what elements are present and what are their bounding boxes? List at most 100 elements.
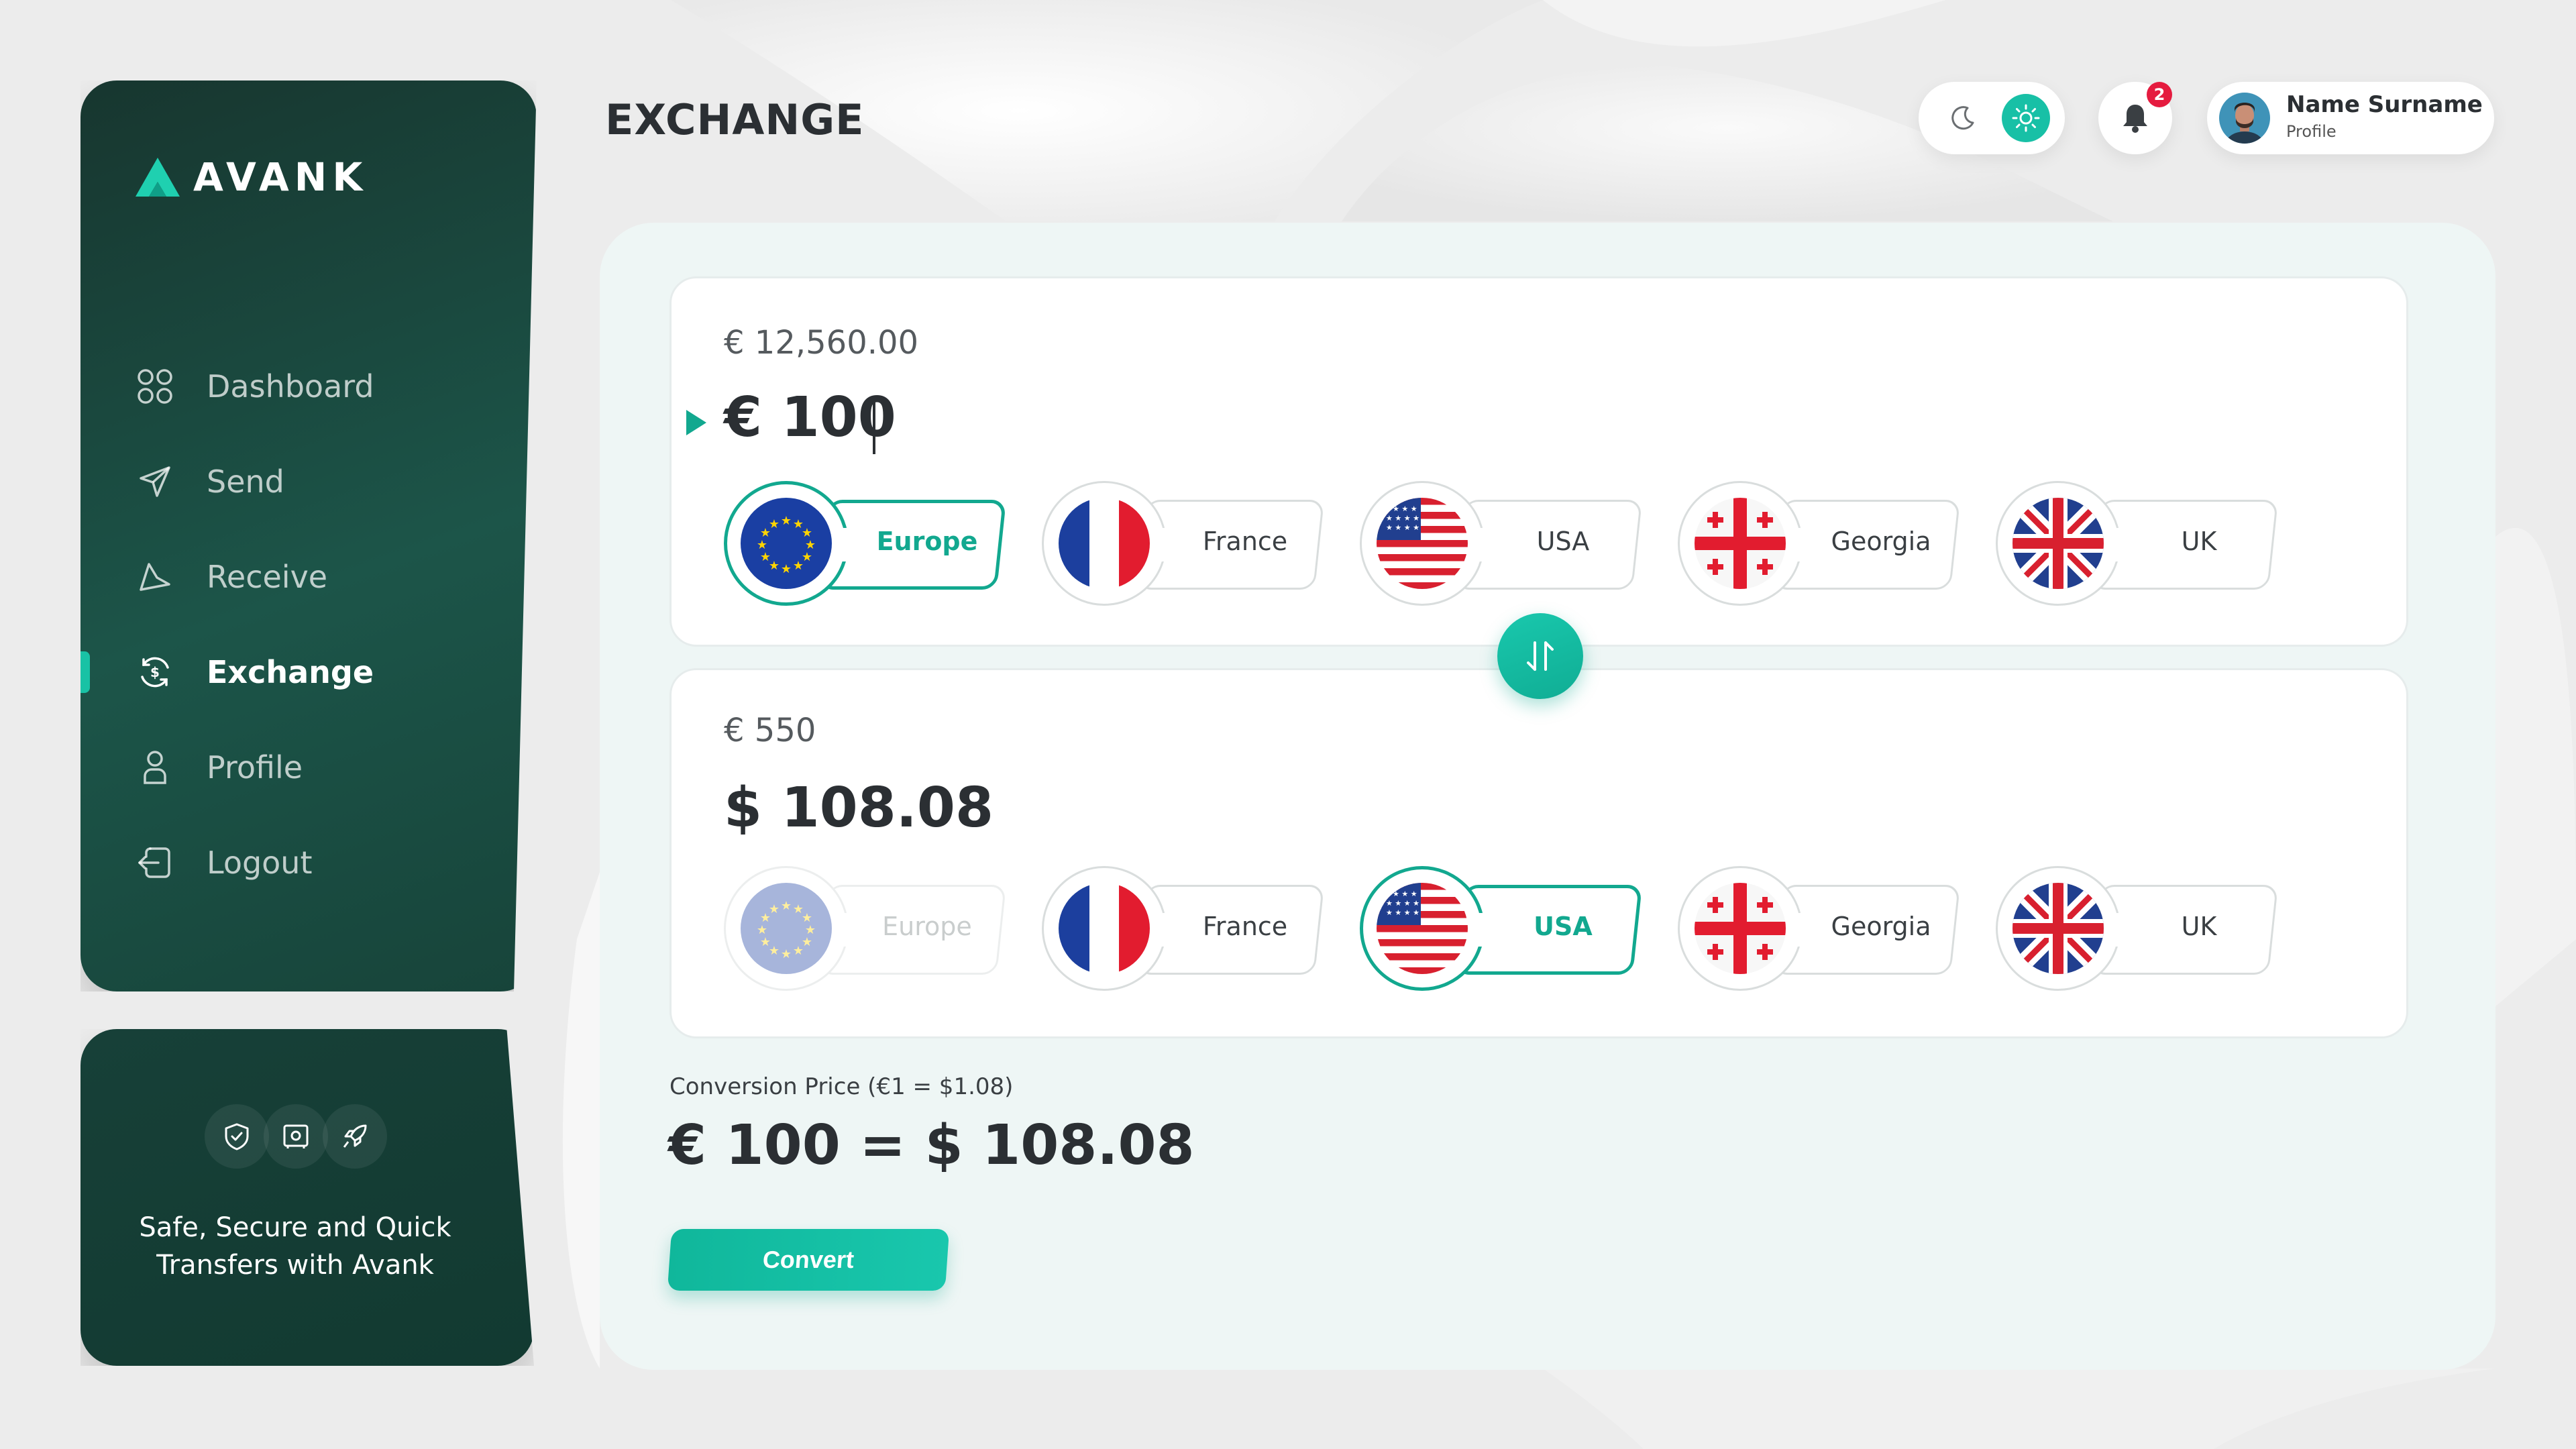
sun-icon bbox=[2012, 104, 2040, 132]
svg-text:★: ★ bbox=[760, 935, 771, 949]
from-currency-uk[interactable]: UK bbox=[1994, 480, 2296, 607]
svg-text:★: ★ bbox=[757, 923, 767, 937]
text-cursor bbox=[873, 396, 875, 454]
promo-word: and bbox=[307, 1212, 376, 1243]
conversion-result: € 100 = $ 108.08 bbox=[668, 1114, 1195, 1177]
promo-icons bbox=[205, 1104, 387, 1169]
eu-flag-icon: ★ ★ ★ ★ ★ ★ ★ ★ ★ ★ ★ ★ bbox=[741, 883, 832, 974]
uk-flag-icon bbox=[2012, 498, 2104, 589]
sidebar: AVANK Dashboard Send Receive $ Exchange … bbox=[80, 80, 537, 991]
currency-name: France bbox=[1202, 912, 1288, 941]
shield-icon bbox=[205, 1104, 269, 1169]
currency-connector bbox=[830, 528, 857, 561]
svg-text:★ ★ ★ ★: ★ ★ ★ ★ bbox=[1386, 523, 1419, 532]
page-title: EXCHANGE bbox=[605, 95, 865, 144]
currency-connector bbox=[1784, 913, 1811, 947]
sidebar-item-exchange[interactable]: $ Exchange bbox=[80, 625, 537, 720]
currency-connector bbox=[830, 913, 857, 947]
promo-word: Transfers bbox=[156, 1250, 278, 1281]
to-currency-uk[interactable]: UK bbox=[1994, 865, 2296, 992]
from-amount-input[interactable]: € 100 bbox=[724, 386, 896, 449]
theme-toggle bbox=[1919, 82, 2065, 154]
currency-name: USA bbox=[1536, 527, 1590, 556]
svg-text:★: ★ bbox=[781, 514, 792, 528]
to-currency-georgia[interactable]: Georgia bbox=[1676, 865, 1978, 992]
sidebar-item-receive[interactable]: Receive bbox=[80, 529, 537, 625]
to-balance: € 550 bbox=[724, 712, 816, 749]
promo-line-1: Safe, Secure and Quick bbox=[80, 1209, 510, 1246]
profile-subtitle: Profile bbox=[2286, 122, 2337, 141]
brand-logo[interactable]: AVANK bbox=[136, 154, 368, 200]
sidebar-item-logout[interactable]: Logout bbox=[80, 815, 537, 910]
svg-text:★ ★ ★: ★ ★ ★ bbox=[1393, 890, 1417, 898]
avank-logo-icon bbox=[136, 158, 180, 197]
to-card: € 550 $ 108.08 ★ ★ ★ ★ ★ ★ ★ ★ ★ ★ ★ ★ Europe bbox=[669, 668, 2408, 1038]
profile-menu[interactable]: Name Surname Profile bbox=[2207, 82, 2494, 154]
from-currency-georgia[interactable]: Georgia bbox=[1676, 480, 1978, 607]
rocket-icon bbox=[323, 1104, 387, 1169]
currency-connector bbox=[1466, 913, 1493, 947]
safe-icon bbox=[264, 1104, 328, 1169]
to-currency-europe[interactable]: ★ ★ ★ ★ ★ ★ ★ ★ ★ ★ ★ ★ Europe bbox=[722, 865, 1024, 992]
usa-flag-icon: ★ ★ ★ ★ ★ ★ ★ ★ ★ ★ ★ bbox=[1377, 883, 1468, 974]
currency-name: UK bbox=[2181, 912, 2217, 941]
sidebar-item-label: Dashboard bbox=[207, 368, 374, 405]
dark-mode-button[interactable] bbox=[1939, 94, 1987, 142]
svg-text:★: ★ bbox=[793, 944, 804, 958]
to-currency-france[interactable]: France bbox=[1040, 865, 1342, 992]
light-mode-button[interactable] bbox=[2002, 94, 2050, 142]
from-currency-list: ★ ★ ★ ★ ★ ★ ★ ★ ★ ★ ★ ★ Europe France ★ … bbox=[722, 480, 2359, 607]
sidebar-nav: Dashboard Send Receive $ Exchange Profil… bbox=[80, 339, 537, 910]
promo-word: with bbox=[278, 1250, 353, 1281]
notifications-button[interactable]: 2 bbox=[2098, 82, 2172, 154]
promo-card: Safe, Secure and Quick Transfers with Av… bbox=[80, 1029, 534, 1366]
currency-name: Europe bbox=[882, 912, 972, 941]
sidebar-item-profile[interactable]: Profile bbox=[80, 720, 537, 815]
to-amount: $ 108.08 bbox=[724, 776, 994, 840]
from-currency-europe[interactable]: ★ ★ ★ ★ ★ ★ ★ ★ ★ ★ ★ ★ Europe bbox=[722, 480, 1024, 607]
promo-word: Quick bbox=[375, 1212, 451, 1243]
sidebar-item-label: Send bbox=[207, 464, 284, 500]
receive-icon bbox=[136, 557, 174, 596]
currency-name: USA bbox=[1534, 912, 1593, 941]
bell-icon bbox=[2123, 105, 2147, 133]
from-currency-usa[interactable]: ★ ★ ★ ★ ★ ★ ★ ★ ★ ★ ★ USA bbox=[1358, 480, 1660, 607]
to-currency-usa[interactable]: ★ ★ ★ ★ ★ ★ ★ ★ ★ ★ ★ USA bbox=[1358, 865, 1660, 992]
sidebar-item-label: Exchange bbox=[207, 654, 374, 690]
grid-icon bbox=[136, 367, 174, 406]
sidebar-item-send[interactable]: Send bbox=[80, 434, 537, 529]
active-indicator bbox=[80, 651, 90, 693]
currency-name: France bbox=[1202, 527, 1288, 556]
eu-flag-icon: ★ ★ ★ ★ ★ ★ ★ ★ ★ ★ ★ ★ bbox=[741, 498, 832, 589]
svg-text:★ ★ ★ ★: ★ ★ ★ ★ bbox=[1386, 908, 1419, 917]
conversion-price-label: Conversion Price (€1 = $1.08) bbox=[669, 1073, 1014, 1100]
svg-text:★ ★ ★ ★: ★ ★ ★ ★ bbox=[1386, 899, 1419, 908]
uk-flag-icon bbox=[2012, 883, 2104, 974]
usa-flag-icon: ★ ★ ★ ★ ★ ★ ★ ★ ★ ★ ★ bbox=[1377, 498, 1468, 589]
svg-text:★: ★ bbox=[769, 902, 780, 916]
svg-text:★: ★ bbox=[793, 559, 804, 573]
currency-name: UK bbox=[2181, 527, 2217, 556]
from-currency-france[interactable]: France bbox=[1040, 480, 1342, 607]
sidebar-item-dashboard[interactable]: Dashboard bbox=[80, 339, 537, 434]
france-flag-icon bbox=[1059, 498, 1150, 589]
swap-arrows-icon bbox=[1527, 641, 1554, 671]
currency-connector bbox=[2102, 913, 2129, 947]
from-card: € 12,560.00 € 100 ★ ★ ★ ★ ★ ★ ★ ★ ★ ★ ★ ★ Europe bbox=[669, 276, 2408, 647]
svg-text:★: ★ bbox=[757, 538, 767, 552]
convert-button[interactable]: Convert bbox=[667, 1229, 950, 1291]
currency-connector bbox=[2102, 528, 2129, 561]
avatar bbox=[2219, 93, 2270, 144]
currency-name: Georgia bbox=[1831, 527, 1931, 556]
sidebar-item-label: Profile bbox=[207, 749, 303, 786]
currency-connector bbox=[1148, 528, 1175, 561]
swap-currencies-button[interactable] bbox=[1497, 613, 1583, 699]
svg-text:★: ★ bbox=[781, 562, 792, 576]
promo-line-2: Transfers with Avank bbox=[80, 1246, 510, 1284]
promo-word: Secure bbox=[215, 1212, 308, 1243]
notification-count-badge: 2 bbox=[2147, 82, 2172, 107]
user-icon bbox=[136, 748, 174, 787]
promo-word: Safe, bbox=[139, 1212, 216, 1243]
promo-text: Safe, Secure and Quick Transfers with Av… bbox=[80, 1209, 510, 1284]
currency-connector bbox=[1466, 528, 1493, 561]
